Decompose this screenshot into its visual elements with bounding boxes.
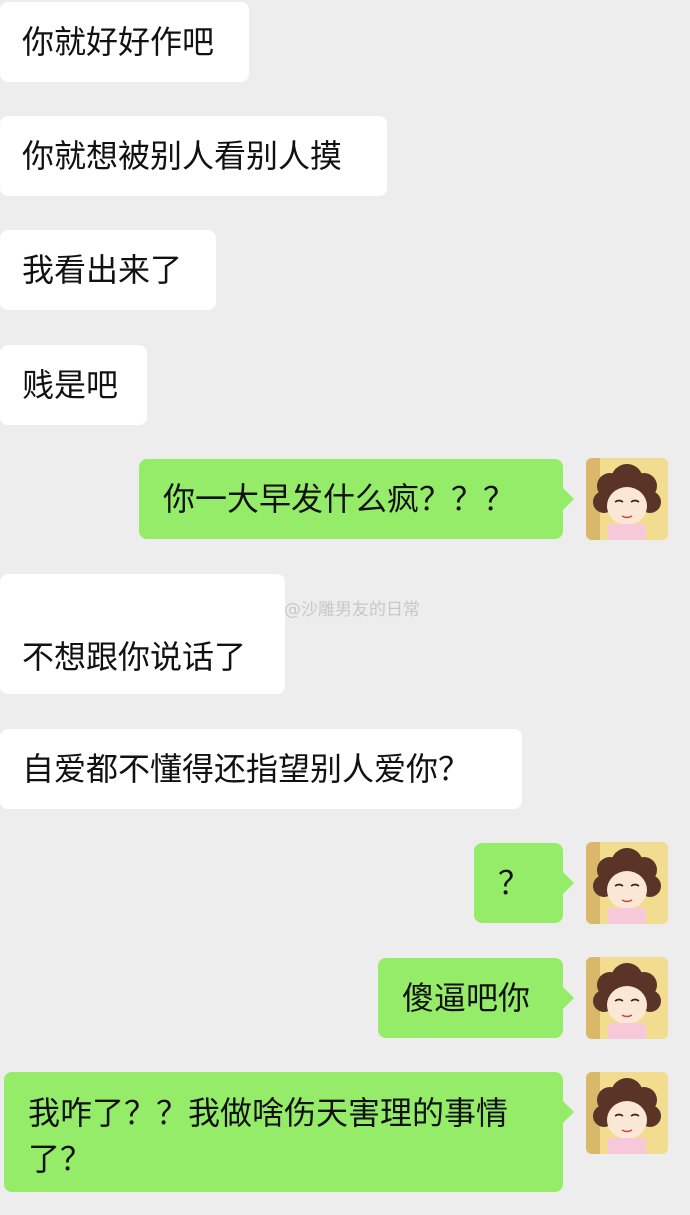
cartoon-girl-avatar-icon xyxy=(586,1072,668,1154)
message-text: 贱是吧 xyxy=(22,366,119,404)
user-avatar[interactable] xyxy=(586,842,668,924)
message-bubble-sent[interactable]: 你一大早发什么疯？？？ xyxy=(139,459,574,539)
user-avatar[interactable] xyxy=(586,458,668,540)
cartoon-girl-avatar-icon xyxy=(586,957,668,1039)
message-text: 傻逼吧你 xyxy=(402,979,531,1017)
message-text: 我看出来了 xyxy=(22,251,183,289)
watermark-text: @沙雕男友的日常 xyxy=(284,600,420,620)
message-bubble-sent[interactable]: 我咋了？？我做啥伤天害理的事情了？ xyxy=(4,1072,574,1192)
message-bubble-received[interactable]: 我看出来了 xyxy=(0,230,216,310)
message-bubble-received[interactable]: 贱是吧 xyxy=(0,345,147,425)
message-bubble-received[interactable]: 自爱都不懂得还指望别人爱你？ xyxy=(0,729,522,809)
message-bubble-sent[interactable]: 傻逼吧你 xyxy=(378,958,574,1038)
cartoon-girl-avatar-icon xyxy=(586,842,668,924)
message-bubble-sent[interactable]: ？ xyxy=(474,843,574,923)
cartoon-girl-avatar-icon xyxy=(586,458,668,540)
message-text: 我咋了？？我做啥伤天害理的事情了？ xyxy=(28,1094,509,1178)
message-text: 你就想被别人看别人摸 xyxy=(22,137,343,175)
message-bubble-received[interactable]: 你就好好作吧 xyxy=(0,2,249,82)
message-text: 你一大早发什么疯？？？ xyxy=(163,480,516,518)
message-text: 自爱都不懂得还指望别人爱你？ xyxy=(22,750,471,788)
message-text: 不想跟你说话了 xyxy=(22,638,247,676)
message-bubble-received[interactable]: 不想跟你说话了 xyxy=(0,574,285,694)
message-text: 你就好好作吧 xyxy=(22,23,215,61)
message-bubble-received[interactable]: 你就想被别人看别人摸 xyxy=(0,116,387,196)
message-text: ？ xyxy=(498,864,531,902)
user-avatar[interactable] xyxy=(586,1072,668,1154)
user-avatar[interactable] xyxy=(586,957,668,1039)
